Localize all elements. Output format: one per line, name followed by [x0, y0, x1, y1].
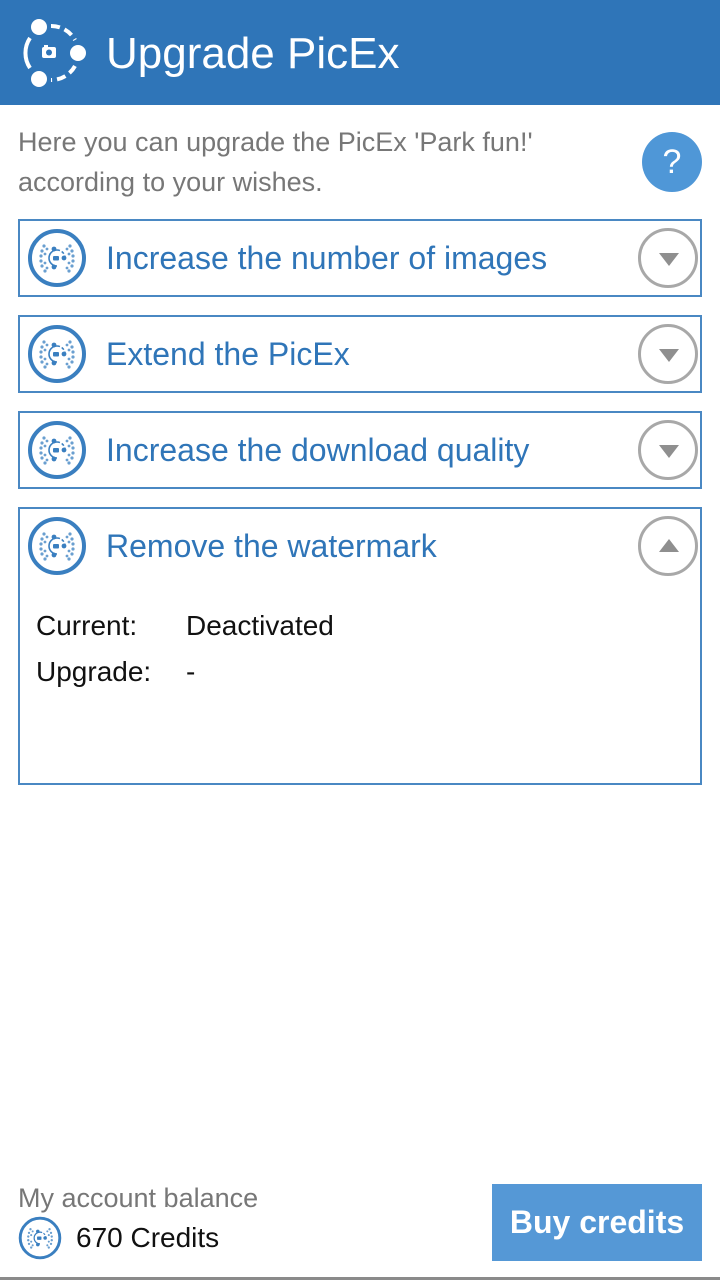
picex-logo-icon [23, 19, 86, 87]
detail-value: - [186, 656, 196, 687]
upgrade-panel-watermark: Remove the watermark Current: Deactivate… [18, 507, 702, 785]
picex-coin-icon [27, 324, 87, 384]
expand-toggle-button[interactable] [638, 324, 698, 384]
buy-credits-button[interactable]: Buy credits [492, 1184, 702, 1261]
picex-coin-icon [27, 228, 87, 288]
page-title: Upgrade PicEx [106, 29, 400, 78]
panel-title: Increase the download quality [106, 432, 530, 468]
collapse-toggle-button[interactable] [638, 516, 698, 576]
detail-key: Current: [36, 610, 138, 641]
upgrade-panel-extend: Extend the PicEx [18, 315, 702, 393]
expand-toggle-button[interactable] [638, 420, 698, 480]
upgrade-panel-quality: Increase the download quality [18, 411, 702, 489]
chevron-up-icon [659, 539, 679, 552]
balance-label: My account balance [18, 1183, 259, 1213]
picex-coin-icon [27, 516, 87, 576]
panel-header[interactable]: Increase the number of images [20, 221, 700, 295]
chevron-down-icon [659, 253, 679, 266]
expand-toggle-button[interactable] [638, 228, 698, 288]
panel-header[interactable]: Extend the PicEx [20, 317, 700, 391]
chevron-down-icon [659, 349, 679, 362]
detail-key: Upgrade: [36, 656, 152, 687]
help-button[interactable]: ? [642, 132, 702, 192]
panel-title: Extend the PicEx [106, 336, 350, 372]
credits-coin-icon [18, 1216, 62, 1260]
balance-value: 670 Credits [76, 1222, 220, 1253]
chevron-down-icon [659, 445, 679, 458]
picex-coin-icon [27, 420, 87, 480]
panel-header[interactable]: Remove the watermark [20, 509, 700, 583]
panel-title: Remove the watermark [106, 528, 437, 564]
panel-header[interactable]: Increase the download quality [20, 413, 700, 487]
panel-details: Current: Deactivated Upgrade: - [20, 583, 700, 783]
app-header: Upgrade PicEx [0, 0, 720, 105]
upgrade-panel-images: Increase the number of images [18, 219, 702, 297]
detail-value: Deactivated [186, 610, 334, 641]
intro-text: Here you can upgrade the PicEx 'Park fun… [18, 127, 533, 197]
panel-title: Increase the number of images [106, 240, 548, 276]
